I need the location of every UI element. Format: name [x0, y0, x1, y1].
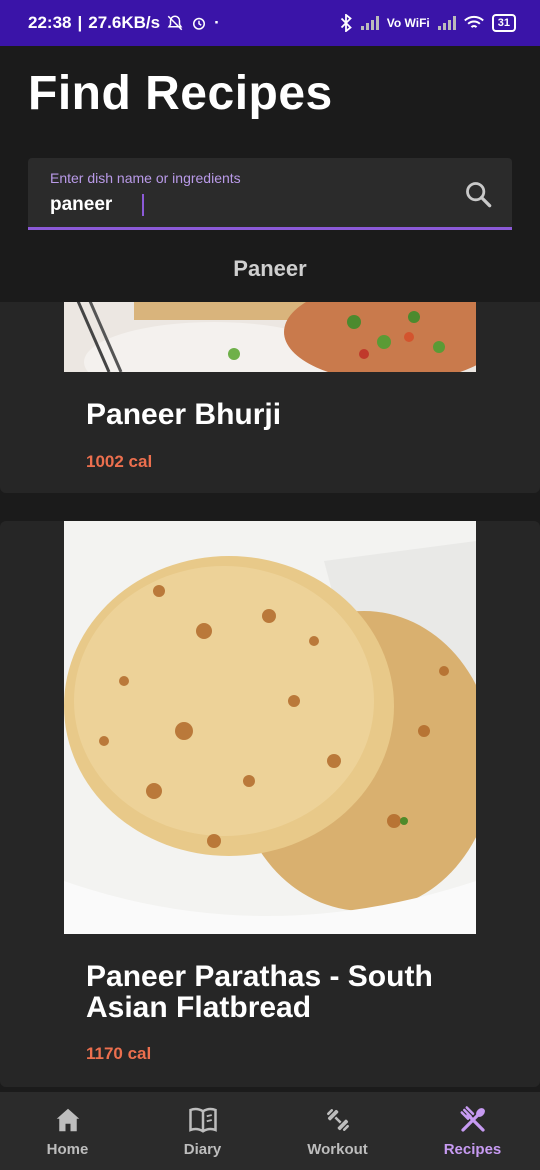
- utensils-icon: [460, 1105, 485, 1132]
- nav-item-workout[interactable]: Workout: [270, 1092, 405, 1170]
- nav-item-home[interactable]: Home: [0, 1092, 135, 1170]
- book-icon: [188, 1107, 217, 1133]
- network-label: Vo WiFi: [386, 16, 430, 30]
- status-bar: 22:38 | 27.6KB/s · Vo WiFi 31: [0, 0, 540, 46]
- bluetooth-icon: [340, 14, 352, 32]
- bottom-nav: Home Diary Workout Recipes: [0, 1092, 540, 1170]
- calorie-count: 1170 cal: [86, 1044, 152, 1063]
- nav-label: Recipes: [443, 1140, 502, 1158]
- dumbbell-icon: [326, 1108, 349, 1131]
- calorie-count: 1002 cal: [86, 452, 153, 471]
- search-field[interactable]: Enter dish name or ingredients: [28, 158, 512, 230]
- nav-label: Diary: [183, 1140, 222, 1158]
- bell-off-icon: [167, 15, 183, 31]
- status-divider: |: [77, 13, 83, 32]
- status-left: 22:38 | 27.6KB/s ·: [28, 13, 220, 33]
- dish-name: Paneer Parathas - South Asian Flatbread: [86, 960, 433, 1024]
- status-speed: 27.6KB/s: [88, 13, 161, 32]
- wifi-icon: [463, 15, 484, 28]
- nav-label: Workout: [307, 1140, 368, 1158]
- home-icon: [56, 1108, 79, 1131]
- search-label: Enter dish name or ingredients: [50, 170, 241, 186]
- recipe-card[interactable]: Paneer Bhurji 1002 cal: [0, 302, 540, 493]
- recipe-card[interactable]: Paneer Parathas - South Asian Flatbread …: [0, 521, 540, 1087]
- dish-image: [64, 521, 476, 934]
- dish-name: Paneer Bhurji: [86, 398, 282, 431]
- recipe-list[interactable]: Paneer Bhurji 1002 cal Paneer Parathas -…: [0, 302, 540, 1092]
- notification-dot-icon: ·: [214, 13, 220, 32]
- section-title: Paneer: [233, 256, 307, 281]
- search-icon[interactable]: [464, 180, 492, 208]
- status-right: Vo WiFi 31: [339, 14, 516, 32]
- signal-icon: [360, 16, 379, 30]
- status-time: 22:38: [28, 13, 72, 32]
- text-cursor: [142, 194, 144, 216]
- alarm-icon: [193, 17, 206, 30]
- dish-image: [64, 302, 476, 372]
- nav-label: Home: [46, 1140, 89, 1158]
- battery-icon: 31: [491, 14, 516, 32]
- signal-icon-2: [437, 16, 456, 30]
- nav-item-diary[interactable]: Diary: [135, 1092, 270, 1170]
- search-input[interactable]: [48, 192, 432, 218]
- page-title: Find Recipes: [28, 67, 333, 120]
- nav-item-recipes[interactable]: Recipes: [405, 1092, 540, 1170]
